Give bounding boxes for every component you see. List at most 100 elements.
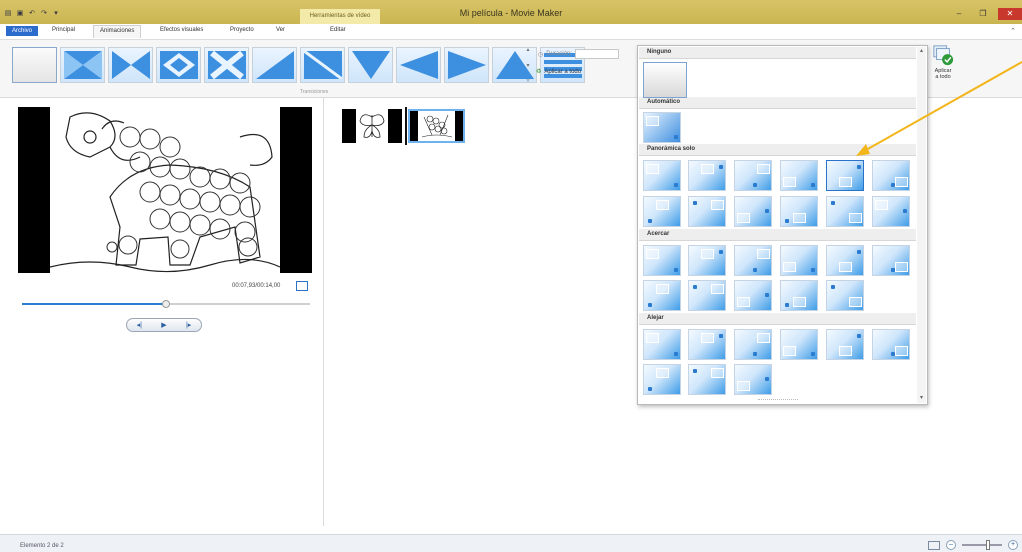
seek-bar-thumb[interactable] [162, 300, 170, 308]
panzoom-option-zoom-in[interactable] [688, 245, 726, 276]
tab-home[interactable]: Principal [52, 27, 75, 33]
panzoom-option-pan[interactable] [780, 196, 818, 227]
transition-diamond[interactable] [156, 47, 201, 83]
tab-project[interactable]: Proyecto [230, 27, 254, 33]
transition-arrow-right-icon [447, 51, 486, 79]
transition-cross-in[interactable] [60, 47, 105, 83]
transition-arrow-right[interactable] [444, 47, 489, 83]
tab-edit[interactable]: Editar [330, 27, 346, 33]
zoom-out-button[interactable]: – [946, 540, 956, 550]
play-button[interactable]: ▶ [161, 321, 166, 329]
duration-input[interactable] [574, 49, 619, 59]
panzoom-option-zoom-out[interactable] [826, 329, 864, 360]
panzoom-option-zoom-in[interactable] [826, 245, 864, 276]
transition-x-shape[interactable] [204, 47, 249, 83]
panzoom-option-pan[interactable] [734, 160, 772, 191]
panzoom-frame-icon [757, 333, 770, 343]
panzoom-option-zoom-out[interactable] [688, 364, 726, 395]
tab-visual-effects[interactable]: Efectos visuales [160, 27, 203, 33]
scroll-up-icon[interactable]: ▴ [917, 47, 926, 56]
panzoom-option-zoom-in[interactable] [780, 245, 818, 276]
dropdown-resize-grip[interactable] [758, 399, 798, 402]
transitions-gallery-scroll[interactable]: ▴ ▾ ▿ [524, 46, 532, 84]
zoom-in-button[interactable]: + [1008, 540, 1018, 550]
ribbon-collapse-icon[interactable]: ⌃ [1010, 27, 1016, 35]
panzoom-direction-icon [857, 165, 861, 169]
panzoom-option-zoom-in[interactable] [780, 280, 818, 311]
panzoom-option-zoom-out[interactable] [734, 329, 772, 360]
zoom-slider-thumb[interactable] [986, 540, 990, 550]
transitions-group-label: Transiciones [300, 89, 329, 95]
panzoom-option-zoom-out[interactable] [872, 329, 910, 360]
storyboard-view-icon[interactable] [928, 540, 940, 550]
gallery-more-icon[interactable]: ▿ [524, 77, 532, 84]
panzoom-direction-icon [719, 334, 723, 338]
panzoom-direction-icon [831, 285, 835, 289]
transition-diagonal-2[interactable] [300, 47, 345, 83]
panzoom-option-zoom-in[interactable] [734, 245, 772, 276]
panzoom-option-auto[interactable] [643, 112, 681, 143]
panzoom-option-zoom-out[interactable] [688, 329, 726, 360]
transition-diagonal[interactable] [252, 47, 297, 83]
panzoom-direction-icon [648, 219, 652, 223]
panzoom-option-pan[interactable] [872, 160, 910, 191]
storyboard-clip[interactable] [342, 109, 402, 143]
storyboard-playhead[interactable] [405, 107, 407, 145]
storyboard-clip-selected[interactable] [408, 109, 465, 143]
panzoom-option-none[interactable] [643, 62, 687, 98]
panzoom-option-zoom-in[interactable] [872, 245, 910, 276]
pane-divider[interactable] [323, 98, 324, 526]
panzoom-option-zoom-out[interactable] [734, 364, 772, 395]
transition-bowtie[interactable] [108, 47, 153, 83]
apply-to-all-transitions-button[interactable]: ♻ Aplicar a todo [536, 68, 582, 76]
panzoom-option-zoom-out[interactable] [780, 329, 818, 360]
scroll-down-icon[interactable]: ▾ [917, 394, 926, 403]
zoom-slider[interactable] [962, 540, 1002, 550]
close-button[interactable]: ✕ [998, 8, 1022, 20]
gallery-up-icon[interactable]: ▴ [524, 46, 532, 53]
panzoom-option-zoom-out[interactable] [643, 364, 681, 395]
panzoom-direction-icon [674, 183, 678, 187]
panzoom-option-pan[interactable] [643, 196, 681, 227]
panzoom-option-zoom-out[interactable] [643, 329, 681, 360]
transition-none[interactable] [12, 47, 57, 83]
maximize-button[interactable]: ❐ [974, 8, 992, 20]
panzoom-direction-icon [674, 352, 678, 356]
panzoom-direction-icon [811, 352, 815, 356]
transition-v-down[interactable] [348, 47, 393, 83]
seek-bar[interactable] [22, 300, 310, 308]
window-controls: – ❐ ✕ [950, 8, 1022, 20]
transition-diamond-icon [159, 51, 198, 79]
panzoom-option-zoom-in[interactable] [688, 280, 726, 311]
panzoom-option-zoom-in[interactable] [734, 280, 772, 311]
minimize-button[interactable]: – [950, 8, 968, 20]
panzoom-option-pan[interactable] [688, 160, 726, 191]
transition-arrow-left[interactable] [396, 47, 441, 83]
panzoom-option-pan[interactable] [643, 160, 681, 191]
panzoom-frame-icon [895, 262, 908, 272]
video-preview[interactable] [18, 107, 312, 273]
panzoom-option-zoom-in[interactable] [826, 280, 864, 311]
fullscreen-icon[interactable] [296, 281, 308, 291]
panzoom-frame-icon [783, 346, 796, 356]
panzoom-option-zoom-in[interactable] [643, 280, 681, 311]
panzoom-option-pan[interactable] [826, 160, 864, 191]
apply-to-all-panzoom-button[interactable]: Aplicar a todo [928, 44, 958, 96]
gallery-scrollbar[interactable]: ▴ ▾ [917, 47, 926, 403]
tab-view[interactable]: Ver [276, 27, 285, 33]
panzoom-option-pan[interactable] [780, 160, 818, 191]
panzoom-frame-icon [757, 164, 770, 174]
panzoom-frame-icon [737, 297, 750, 307]
panzoom-option-pan[interactable] [872, 196, 910, 227]
previous-frame-button[interactable]: ◂| [137, 321, 142, 329]
panzoom-option-pan[interactable] [826, 196, 864, 227]
panzoom-option-pan[interactable] [734, 196, 772, 227]
apply-all-label: Aplicar a todo [544, 68, 582, 75]
next-frame-button[interactable]: |▸ [186, 321, 191, 329]
gallery-down-icon[interactable]: ▾ [524, 62, 532, 69]
panzoom-option-zoom-in[interactable] [643, 245, 681, 276]
tab-animations[interactable]: Animaciones [93, 25, 142, 38]
tab-file[interactable]: Archivo [6, 26, 39, 36]
panzoom-option-pan[interactable] [688, 196, 726, 227]
panzoom-direction-icon [811, 183, 815, 187]
